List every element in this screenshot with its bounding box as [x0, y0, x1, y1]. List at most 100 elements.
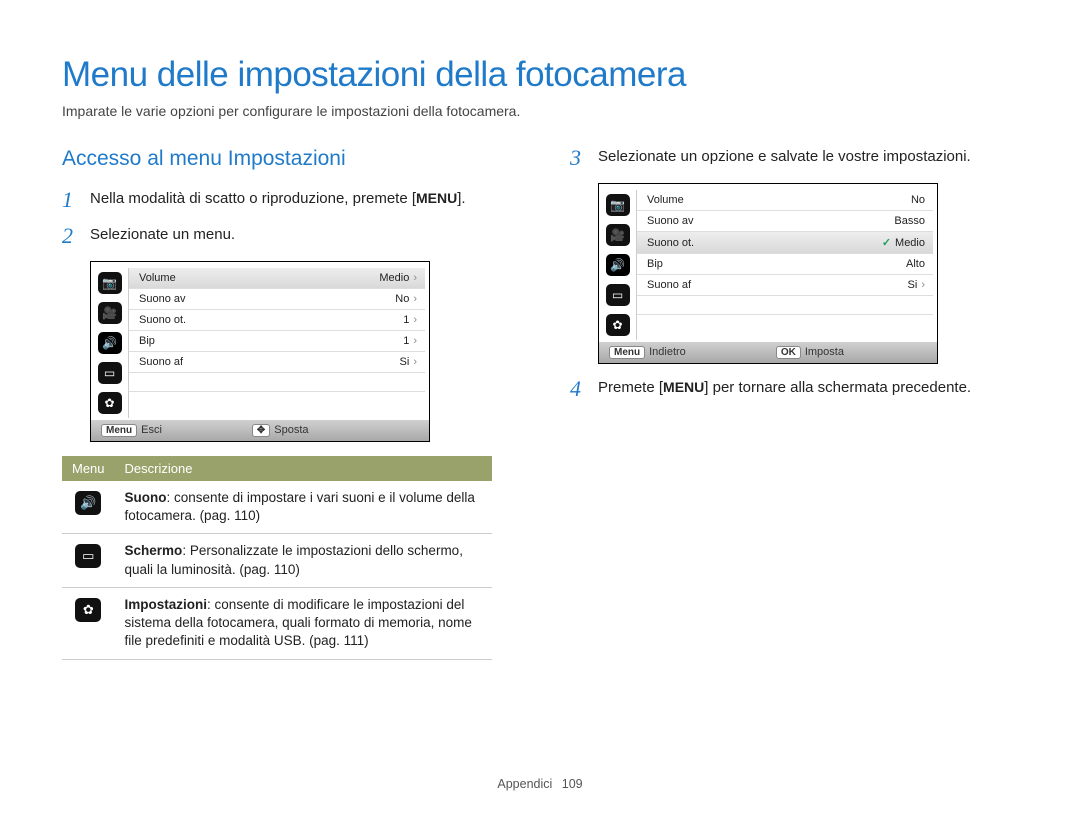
- chevron-right-icon: ›: [413, 356, 417, 368]
- ui2-empty-row: [637, 296, 933, 315]
- ui2-row-value: Medio: [895, 237, 925, 249]
- ui2-row-label: Bip: [647, 258, 663, 270]
- step-4: 4 Premete [MENU] per tornare alla scherm…: [570, 378, 1018, 400]
- ui1-footer: Menu Esci ✥ Sposta: [91, 420, 429, 441]
- step-4-text-a: Premete: [598, 379, 655, 396]
- gear-icon: ✿: [606, 314, 630, 336]
- step-4-text-b: per tornare alla schermata precedente.: [713, 379, 971, 396]
- ui2-row-value: Si: [908, 279, 918, 291]
- step-number: 2: [62, 225, 80, 247]
- screen-icon: ▭: [606, 284, 630, 306]
- footer-page-number: 109: [562, 777, 583, 791]
- ui1-list: Volume Medio› Suono av No› Suono ot. 1› …: [129, 268, 429, 418]
- chevron-right-icon: ›: [921, 279, 925, 291]
- ui1-row-value: 1: [403, 314, 409, 326]
- left-column: Accesso al menu Impostazioni 1 Nella mod…: [62, 147, 510, 660]
- step-number: 3: [570, 147, 588, 169]
- ui1-row-label: Suono af: [139, 356, 183, 368]
- def-row-title: Schermo: [125, 543, 183, 558]
- sound-icon: 🔊: [606, 254, 630, 276]
- check-icon: ✓: [882, 237, 891, 249]
- page-title: Menu delle impostazioni della fotocamera: [62, 55, 1018, 95]
- camera-icon: 📷: [606, 194, 630, 216]
- ui1-row: Suono ot. 1 ›: [129, 310, 425, 331]
- ui1-row-value: 1: [403, 335, 409, 347]
- ui2-row-value: No: [911, 194, 925, 206]
- def-row-title: Impostazioni: [125, 597, 208, 612]
- ui1-row: Volume Medio ›: [129, 268, 425, 289]
- camera-icon: 📷: [98, 272, 122, 294]
- ui1-row-value: Si: [400, 356, 410, 368]
- ui2-row: Bip Alto: [637, 254, 933, 275]
- step-2-text: Selezionate un menu.: [90, 225, 235, 245]
- step-3-text: Selezionate un opzione e salvate le vost…: [598, 147, 971, 167]
- ui1-row-label: Suono av: [139, 293, 185, 305]
- step-1-text-a: Nella modalità di scatto o riproduzione,…: [90, 190, 408, 207]
- chevron-right-icon: ›: [413, 272, 417, 284]
- ui2-footer-left-btn: Menu: [609, 346, 645, 359]
- table-row: ▭ Schermo: Personalizzate le impostazion…: [62, 534, 492, 587]
- ui1-footer-left-btn: Menu: [101, 424, 137, 437]
- ui1-footer-right: Sposta: [274, 424, 308, 436]
- gear-icon: ✿: [75, 598, 101, 622]
- chevron-right-icon: ›: [413, 314, 417, 326]
- step-2: 2 Selezionate un menu.: [62, 225, 510, 247]
- video-icon: 🎥: [98, 302, 122, 324]
- ui1-row: Bip 1 ›: [129, 331, 425, 352]
- ui2-footer-right: Imposta: [805, 346, 844, 358]
- screen-icon: ▭: [98, 362, 122, 384]
- ui2-row-label: Volume: [647, 194, 684, 206]
- ui1-empty-row: [129, 392, 425, 411]
- step-1-text-b: .: [461, 190, 465, 207]
- ui2-row: Suono af Si›: [637, 275, 933, 296]
- ui1-footer-right-btn: ✥: [252, 424, 270, 437]
- table-head-menu: Menu: [62, 456, 115, 481]
- right-column: 3 Selezionate un opzione e salvate le vo…: [570, 147, 1018, 660]
- ui-screenshot-2: 📷 🎥 🔊 ▭ ✿ Volume No Suono av Basso: [598, 183, 938, 364]
- ui1-empty-row: [129, 373, 425, 392]
- ui2-row-value: Basso: [894, 215, 925, 227]
- table-head-desc: Descrizione: [115, 456, 492, 481]
- step-number: 1: [62, 189, 80, 211]
- chevron-right-icon: ›: [413, 335, 417, 347]
- ui2-empty-row: [637, 315, 933, 334]
- section-title: Accesso al menu Impostazioni: [62, 147, 510, 171]
- screen-icon: ▭: [75, 544, 101, 568]
- ui2-list: Volume No Suono av Basso Suono ot. ✓ Medi…: [637, 190, 937, 340]
- sound-icon: 🔊: [98, 332, 122, 354]
- gear-icon: ✿: [98, 392, 122, 414]
- ui2-footer: Menu Indietro OK Imposta: [599, 342, 937, 363]
- def-row-title: Suono: [125, 490, 167, 505]
- ui1-row-value: Medio: [379, 272, 409, 284]
- ui1-row-label: Bip: [139, 335, 155, 347]
- ui2-footer-right-btn: OK: [776, 346, 801, 359]
- ui2-row: Volume No: [637, 190, 933, 211]
- ui1-row-label: Suono ot.: [139, 314, 186, 326]
- ui2-row-label: Suono af: [647, 279, 691, 291]
- ui-screenshot-1: 📷 🎥 🔊 ▭ ✿ Volume Medio › Suono av No›: [90, 261, 430, 442]
- menu-label: MENU: [663, 380, 704, 394]
- ui2-row-value: Alto: [906, 258, 925, 270]
- ui2-row: Suono av Basso: [637, 211, 933, 232]
- ui1-sidebar: 📷 🎥 🔊 ▭ ✿: [91, 268, 129, 418]
- footer-section: Appendici: [497, 777, 552, 791]
- ui1-row-label: Volume: [139, 272, 176, 284]
- ui1-footer-left: Esci: [141, 424, 162, 436]
- ui2-row-selected: Suono ot. ✓ Medio: [637, 232, 933, 254]
- ui2-footer-left: Indietro: [649, 346, 686, 358]
- ui1-row: Suono af Si›: [129, 352, 425, 373]
- ui2-row-label: Suono av: [647, 215, 693, 227]
- table-row: ✿ Impostazioni: consente di modificare l…: [62, 587, 492, 659]
- step-3: 3 Selezionate un opzione e salvate le vo…: [570, 147, 1018, 169]
- table-row: 🔊 Suono: consente di impostare i vari su…: [62, 481, 492, 534]
- ui2-sidebar: 📷 🎥 🔊 ▭ ✿: [599, 190, 637, 340]
- sound-icon: 🔊: [75, 491, 101, 515]
- page-footer: Appendici 109: [0, 777, 1080, 791]
- menu-label: MENU: [416, 191, 457, 205]
- step-1: 1 Nella modalità di scatto o riproduzion…: [62, 189, 510, 211]
- chevron-right-icon: ›: [413, 293, 417, 305]
- ui2-row-label: Suono ot.: [647, 237, 694, 249]
- intro-text: Imparate le varie opzioni per configurar…: [62, 103, 1018, 119]
- step-number: 4: [570, 378, 588, 400]
- ui1-row: Suono av No›: [129, 289, 425, 310]
